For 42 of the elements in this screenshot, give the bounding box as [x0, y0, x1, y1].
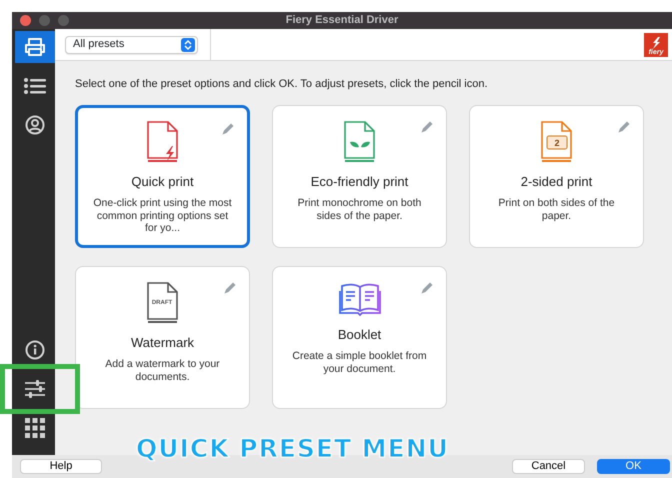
info-icon: [25, 340, 45, 360]
document-icon: [540, 120, 572, 162]
pencil-icon[interactable]: [420, 281, 434, 296]
cancel-button[interactable]: Cancel: [512, 459, 585, 474]
pencil-icon[interactable]: [420, 120, 434, 134]
grid-icon: [25, 418, 45, 438]
instruction-text: Select one of the preset options and click OK. To adjust presets, click the pencil icon.: [75, 77, 489, 92]
preset-card[interactable]: 2 2-sided print Print on both sides of the paper.: [469, 104, 644, 248]
preset-description: Print on both sides of the paper.: [497, 197, 616, 222]
stepper-icon: [181, 38, 195, 52]
annotation-caption: QUICK PRESET MENU: [136, 436, 449, 461]
window-title: Fiery Essential Driver: [286, 13, 398, 28]
preset-description: Add a watermark to your documents.: [104, 358, 221, 384]
open-book-icon: [338, 280, 382, 316]
preset-card[interactable]: Quick print One-click print using the most common printing options set for yo...: [75, 104, 250, 248]
preset-title: Watermark: [130, 334, 194, 352]
document-lightning-icon: [146, 120, 178, 162]
document-leaf-icon: [344, 120, 374, 162]
preset-title: Eco-friendly print: [310, 172, 408, 191]
pencil-icon[interactable]: [221, 122, 235, 136]
document-icon: [146, 282, 178, 322]
list-icon: [24, 77, 46, 95]
pencil-icon[interactable]: [617, 120, 631, 134]
sidebar-item[interactable]: [15, 31, 55, 63]
printer-icon: [24, 37, 46, 57]
preset-description: Print monochrome on both sides of the paper.: [296, 197, 422, 222]
icon-label: 2: [554, 138, 559, 148]
preset-description: One-click print using the most common printing options set for yo...: [92, 197, 232, 235]
preset-title: 2-sided print: [520, 172, 592, 191]
preset-title: Booklet: [338, 326, 382, 344]
help-button[interactable]: Help: [20, 459, 102, 474]
ok-button[interactable]: OK: [597, 459, 670, 474]
preset-dropdown[interactable]: All presets: [65, 36, 198, 54]
pencil-icon[interactable]: [223, 281, 237, 296]
preset-card[interactable]: Eco-friendly print Print monochrome on both sides of the paper.: [272, 104, 447, 248]
person-icon: [25, 115, 45, 135]
preset-title: Quick print: [131, 172, 194, 191]
preset-description: Create a simple booklet from your document.: [291, 350, 428, 376]
sliders-icon: [24, 380, 46, 398]
window-control-button[interactable]: [20, 15, 31, 26]
preset-card[interactable]: Booklet Create a simple booklet from your document.: [272, 266, 447, 408]
lightning-icon: [650, 36, 662, 48]
